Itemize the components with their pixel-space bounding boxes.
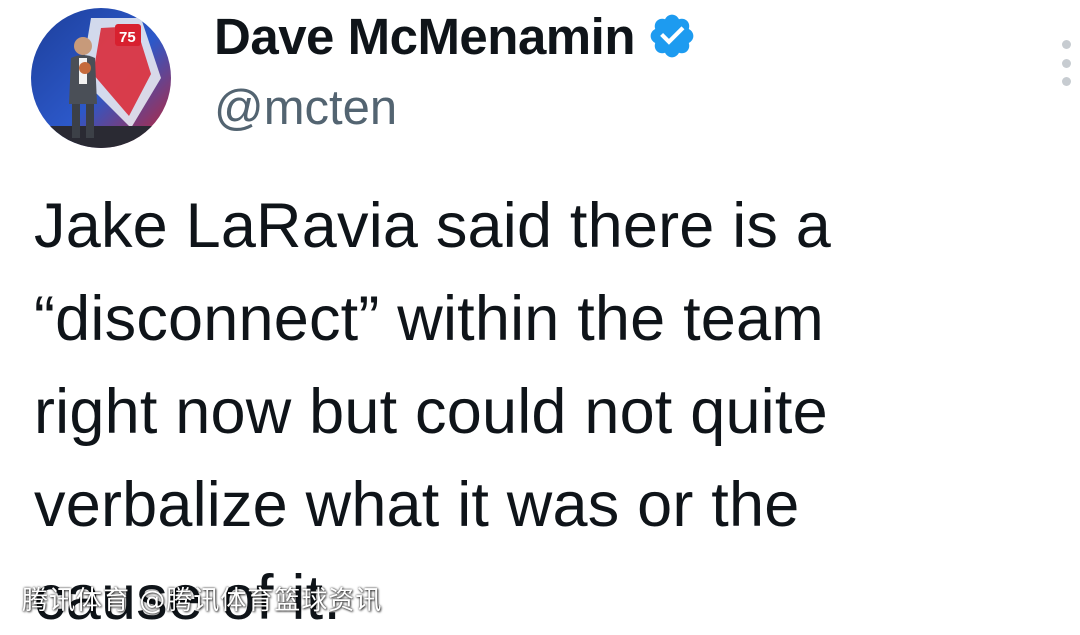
menu-dot	[1061, 40, 1071, 49]
tweet-text: Jake LaRavia said there is a “disconnect…	[34, 180, 1044, 635]
more-vertical-icon[interactable]	[1054, 40, 1078, 86]
menu-dot	[1061, 58, 1071, 68]
tweet-text-line: right now but could not quite	[34, 377, 828, 447]
menu-dot	[1061, 77, 1071, 86]
author-display-name[interactable]: Dave McMenamin	[214, 7, 635, 66]
avatar-badge-text: 75	[119, 29, 136, 46]
profile-photo-icon: 75	[31, 8, 171, 148]
tweet-text-line: verbalize what it was or the	[34, 470, 800, 540]
author-avatar[interactable]: 75	[31, 8, 171, 148]
author-name-row: Dave McMenamin	[214, 4, 697, 68]
tweet-card: 75 Dave McMenamin @mcten Jake LaRavia sa…	[0, 0, 1080, 635]
tweet-text-line: Jake LaRavia said there is a	[34, 191, 832, 261]
author-handle[interactable]: @mcten	[214, 80, 397, 136]
verified-badge-icon	[647, 11, 697, 61]
source-watermark: 腾讯体育 @腾讯体育篮球资讯	[22, 586, 383, 616]
tweet-text-line: “disconnect” within the team	[34, 284, 824, 354]
